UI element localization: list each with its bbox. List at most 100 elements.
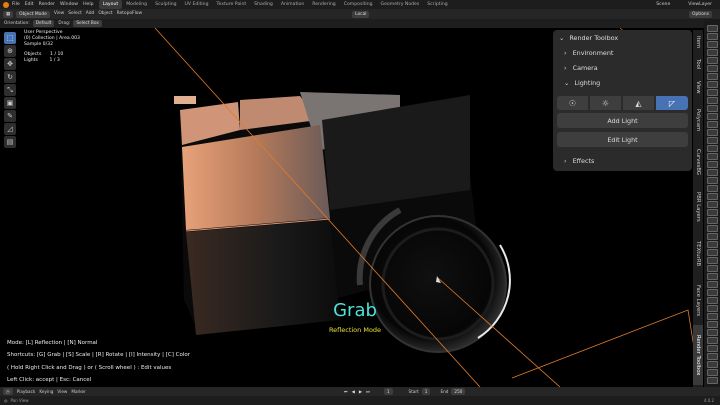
transform-orientation-dropdown[interactable]: Local — [352, 10, 370, 18]
outliner-item-icon[interactable] — [707, 321, 718, 328]
blender-logo-icon[interactable] — [3, 1, 9, 8]
outliner-item-icon[interactable] — [707, 337, 718, 344]
outliner-item-icon[interactable] — [707, 345, 718, 352]
tab-view[interactable]: View — [693, 76, 703, 98]
tab-polycam[interactable]: Polycam — [693, 100, 703, 140]
start-frame-field[interactable]: 1 — [421, 388, 431, 395]
outliner-item-icon[interactable] — [707, 89, 718, 96]
tab-render-toolbox[interactable]: Render Toolbox — [693, 325, 703, 385]
sun-light-icon[interactable]: ☼ — [590, 96, 621, 110]
outliner-item-icon[interactable] — [707, 209, 718, 216]
outliner-item-icon[interactable] — [707, 41, 718, 48]
workspace-tab-animation[interactable]: Animation — [277, 0, 308, 9]
jump-start-icon[interactable]: ⏮ — [344, 387, 348, 396]
tab-pbr-layers[interactable]: PBR Layers — [693, 184, 703, 229]
outliner-item-icon[interactable] — [707, 289, 718, 296]
tab-texturrb[interactable]: TEXturRB — [693, 231, 703, 276]
play-reverse-icon[interactable]: ◀ — [352, 387, 355, 396]
header-menu-view[interactable]: View — [54, 9, 64, 19]
workspace-tab-sculpting[interactable]: Sculpting — [151, 0, 180, 9]
rotate-tool-icon[interactable]: ↻ — [4, 71, 16, 83]
outliner-item-icon[interactable] — [707, 145, 718, 152]
workspace-tab-uv-editing[interactable]: UV Editing — [181, 0, 213, 9]
timeline-menu-keying[interactable]: Keying — [39, 387, 53, 396]
timeline-menu-marker[interactable]: Marker — [71, 387, 85, 396]
outliner-item-icon[interactable] — [707, 185, 718, 192]
workspace-tab-rendering[interactable]: Rendering — [308, 0, 339, 9]
drag-dropdown[interactable]: Select Box — [73, 20, 102, 27]
editor-type-button[interactable]: ▦ — [3, 10, 14, 18]
tab-tool[interactable]: Tool — [693, 54, 703, 74]
section-camera[interactable]: › Camera — [564, 64, 598, 72]
section-lighting[interactable]: ⌄ Lighting — [564, 79, 600, 87]
outliner-item-icon[interactable] — [707, 353, 718, 360]
workspace-tab-shading[interactable]: Shading — [250, 0, 277, 9]
outliner-item-icon[interactable] — [707, 377, 718, 384]
cursor-tool-icon[interactable]: ⊕ — [4, 45, 16, 57]
menu-file[interactable]: File — [12, 0, 20, 9]
outliner-item-icon[interactable] — [707, 265, 718, 272]
outliner-item-icon[interactable] — [707, 305, 718, 312]
outliner-item-icon[interactable] — [707, 137, 718, 144]
orientation-dropdown[interactable]: Default — [32, 20, 55, 27]
header-menu-add[interactable]: Add — [86, 9, 95, 19]
outliner-item-icon[interactable] — [707, 233, 718, 240]
outliner-item-icon[interactable] — [707, 49, 718, 56]
outliner-item-icon[interactable] — [707, 297, 718, 304]
outliner-item-icon[interactable] — [707, 281, 718, 288]
outliner-item-icon[interactable] — [707, 225, 718, 232]
play-icon[interactable]: ▶ — [359, 387, 362, 396]
workspace-tab-layout[interactable]: Layout — [98, 0, 123, 9]
outliner-item-icon[interactable] — [707, 193, 718, 200]
workspace-tab-compositing[interactable]: Compositing — [340, 0, 377, 9]
outliner-item-icon[interactable] — [707, 73, 718, 80]
menu-render[interactable]: Render — [39, 0, 55, 9]
mode-dropdown[interactable]: Object Mode — [16, 10, 50, 18]
select-box-tool-icon[interactable]: ⬚ — [4, 32, 16, 44]
outliner-item-icon[interactable] — [707, 169, 718, 176]
outliner-item-icon[interactable] — [707, 273, 718, 280]
move-tool-icon[interactable]: ✥ — [4, 58, 16, 70]
transform-tool-icon[interactable]: ▣ — [4, 97, 16, 109]
outliner-item-icon[interactable] — [707, 249, 718, 256]
menu-window[interactable]: Window — [60, 0, 78, 9]
outliner-item-icon[interactable] — [707, 113, 718, 120]
outliner-item-icon[interactable] — [707, 97, 718, 104]
workspace-tab-modeling[interactable]: Modeling — [122, 0, 151, 9]
timeline-menu-view[interactable]: View — [57, 387, 67, 396]
view-layer-selector[interactable]: ViewLayer — [688, 0, 712, 9]
tab-item[interactable]: Item — [693, 32, 703, 52]
tab-face-layers[interactable]: Face Layers — [693, 278, 703, 323]
menu-help[interactable]: Help — [83, 0, 93, 9]
header-menu-select[interactable]: Select — [68, 9, 82, 19]
area-light-icon[interactable]: ◸ — [656, 96, 688, 110]
outliner-item-icon[interactable] — [707, 361, 718, 368]
section-effects[interactable]: › Effects — [564, 157, 594, 165]
current-frame-field[interactable]: 1 — [383, 388, 393, 395]
add-cube-tool-icon[interactable]: ▤ — [4, 136, 16, 148]
section-environment[interactable]: › Environment — [564, 49, 613, 57]
panel-header[interactable]: ⌄ Render Toolbox — [559, 34, 618, 42]
annotate-tool-icon[interactable]: ✎ — [4, 110, 16, 122]
options-dropdown[interactable]: Options — [689, 10, 712, 18]
jump-end-icon[interactable]: ⏭ — [366, 387, 370, 396]
outliner-item-icon[interactable] — [707, 177, 718, 184]
outliner-item-icon[interactable] — [707, 129, 718, 136]
menu-edit[interactable]: Edit — [25, 0, 34, 9]
outliner-item-icon[interactable] — [707, 33, 718, 40]
header-menu-retopoflow[interactable]: RetopoFlow — [117, 9, 142, 19]
outliner-item-icon[interactable] — [707, 57, 718, 64]
end-frame-field[interactable]: 250 — [451, 388, 466, 395]
outliner-item-icon[interactable] — [707, 105, 718, 112]
outliner-item-icon[interactable] — [707, 201, 718, 208]
outliner-item-icon[interactable] — [707, 121, 718, 128]
measure-tool-icon[interactable]: ◿ — [4, 123, 16, 135]
timeline-menu-playback[interactable]: Playback — [17, 387, 36, 396]
scale-tool-icon[interactable]: ⤡ — [4, 84, 16, 96]
edit-light-button[interactable]: Edit Light — [557, 132, 688, 147]
timeline-editor-button[interactable]: ◷ — [3, 388, 13, 395]
outliner-item-icon[interactable] — [707, 329, 718, 336]
workspace-tab-geometry-nodes[interactable]: Geometry Nodes — [377, 0, 424, 9]
outliner-item-icon[interactable] — [707, 25, 718, 32]
outliner-item-icon[interactable] — [707, 369, 718, 376]
